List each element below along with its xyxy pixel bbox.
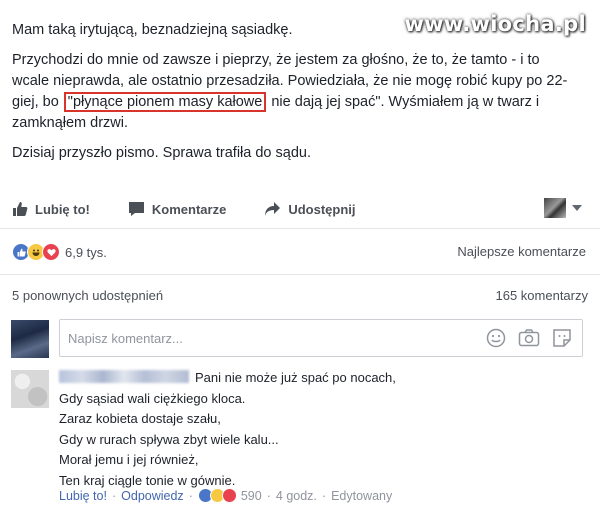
post-stats: 5 ponownych udostępnień 165 komentarzy <box>12 288 588 303</box>
emoji-icon[interactable] <box>486 328 506 348</box>
comment-input-placeholder: Napisz komentarz... <box>68 330 183 346</box>
post-body: Mam taką irytującą, beznadziejną sąsiadk… <box>12 20 572 173</box>
post-paragraph-1: Mam taką irytującą, beznadziejną sąsiadk… <box>12 22 293 38</box>
comment-reaction-count[interactable]: 590 <box>241 489 262 503</box>
comment-line: Zaraz kobieta dostaje szału, <box>59 411 221 426</box>
current-user-avatar <box>11 320 49 358</box>
comment-sort-selector[interactable]: Najlepsze komentarze <box>457 244 586 259</box>
comment-line: Pani nie może już spać po nocach, <box>195 370 396 385</box>
commenter-avatar[interactable] <box>11 370 49 408</box>
like-button[interactable]: Lubię to! <box>12 201 90 217</box>
comment-line: Morał jemu i jej również, <box>59 452 199 467</box>
separator-dot: · <box>111 488 117 503</box>
reactions-summary: 6,9 tys. Najlepsze komentarze <box>12 240 588 264</box>
comments-count-link[interactable]: 165 komentarzy <box>496 288 589 303</box>
separator-dot: · <box>266 488 271 503</box>
separator-dot: · <box>321 488 327 503</box>
comment-first-line: Pani nie może już spać po nocach, <box>59 368 579 389</box>
post-paragraph-2: Przychodzi do mnie od zawsze i pieprzy, … <box>12 50 572 134</box>
sticker-icon[interactable] <box>552 328 572 348</box>
share-button[interactable]: Udostępnij <box>264 201 355 217</box>
comment-input[interactable]: Napisz komentarz... <box>59 319 583 357</box>
comment-button[interactable]: Komentarze <box>128 201 226 217</box>
shares-count-link[interactable]: 5 ponownych udostępnień <box>12 288 163 303</box>
chevron-down-icon <box>572 205 582 211</box>
comment-line: Gdy w rurach spływa zbyt wiele kalu... <box>59 431 279 447</box>
comment-timestamp[interactable]: 4 godz. <box>276 489 317 503</box>
commenter-name-blurred[interactable] <box>59 370 189 383</box>
share-label: Udostępnij <box>288 201 356 217</box>
comment-edited-label[interactable]: Edytowany <box>331 489 392 503</box>
reaction-count[interactable]: 6,9 tys. <box>65 245 107 260</box>
post-action-bar: Lubię to! Komentarze Udostępnij <box>12 196 588 222</box>
comment-body: Pani nie może już spać po nocach, Gdy są… <box>59 368 579 491</box>
speech-bubble-icon <box>128 202 144 216</box>
like-label: Lubię to! <box>35 201 90 217</box>
composer-icon-group <box>474 328 572 348</box>
comment-like-link[interactable]: Lubię to! <box>59 489 107 503</box>
love-reaction-icon <box>221 488 237 503</box>
highlighted-quote: "płynące pionem masy kałowe <box>63 92 267 112</box>
comment-meta: Lubię to! · Odpowiedz · 590 · 4 godz. · … <box>59 488 392 503</box>
camera-icon[interactable] <box>518 328 540 348</box>
share-arrow-icon <box>265 202 281 216</box>
separator-dot: · <box>188 488 193 503</box>
love-reaction-icon[interactable] <box>42 243 60 261</box>
divider <box>0 228 600 229</box>
post-as-selector[interactable] <box>544 198 582 218</box>
divider <box>0 274 600 275</box>
comment-label: Komentarze <box>151 201 227 217</box>
post-paragraph-3: Dzisiaj przyszło pismo. Sprawa trafiła d… <box>12 145 311 161</box>
page-thumbnail <box>544 198 566 218</box>
comment-line: Gdy sąsiad wali ciężkiego kloca. <box>59 390 246 406</box>
comment-reply-link[interactable]: Odpowiedz <box>121 489 184 503</box>
thumbs-up-icon <box>13 202 28 216</box>
